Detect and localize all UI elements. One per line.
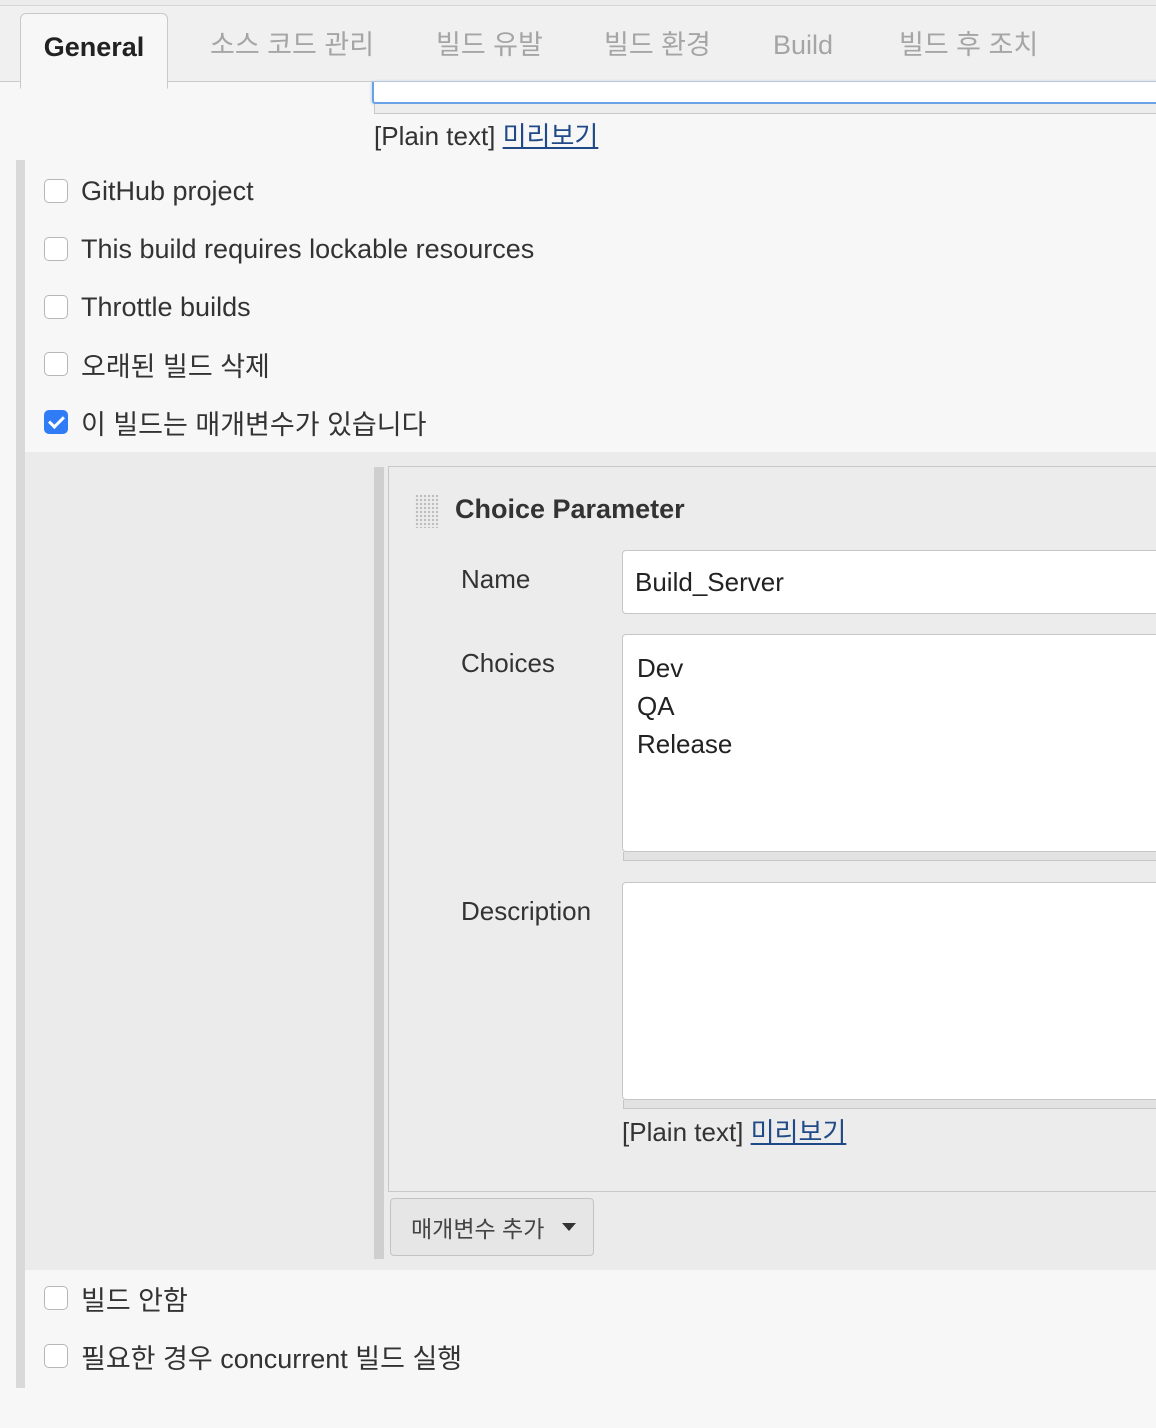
choice-item: QA bbox=[637, 691, 675, 721]
parameter-title: Choice Parameter bbox=[455, 494, 685, 524]
option-disable-build[interactable]: 빌드 안함 bbox=[44, 1278, 188, 1318]
section-indent-bar bbox=[16, 160, 25, 1388]
name-label: Name bbox=[461, 564, 531, 594]
tab-general[interactable]: General bbox=[20, 13, 168, 89]
plain-text-label: [Plain text] bbox=[622, 1117, 744, 1147]
option-label: 빌드 안함 bbox=[81, 1285, 188, 1316]
tab-build-environment[interactable]: 빌드 환경 bbox=[604, 6, 711, 82]
preview-link[interactable]: 미리보기 bbox=[503, 121, 599, 151]
caret-down-icon bbox=[562, 1223, 577, 1231]
description-format-hint: [Plain text] 미리보기 bbox=[374, 116, 598, 153]
option-label: 이 빌드는 매개변수가 있습니다 bbox=[81, 409, 427, 440]
option-label: 오래된 빌드 삭제 bbox=[81, 351, 270, 382]
parameter-name-input[interactable]: Build_Server bbox=[622, 550, 1156, 614]
throttle-builds-checkbox[interactable] bbox=[44, 295, 68, 319]
option-discard-old-builds[interactable]: 오래된 빌드 삭제 bbox=[44, 344, 270, 384]
parameter-description-format-hint: [Plain text] 미리보기 bbox=[622, 1112, 846, 1149]
choices-textarea[interactable]: Dev QA Release bbox=[622, 634, 1156, 852]
choice-item: Dev bbox=[637, 653, 684, 683]
parameters-indent-bar bbox=[374, 467, 384, 1259]
discard-old-builds-checkbox[interactable] bbox=[44, 352, 68, 376]
drag-handle-icon[interactable] bbox=[415, 494, 439, 528]
tab-post-build-actions[interactable]: 빌드 후 조치 bbox=[899, 6, 1038, 82]
concurrent-builds-checkbox[interactable] bbox=[44, 1344, 68, 1368]
textarea-resize-handle[interactable] bbox=[374, 104, 1156, 114]
github-project-checkbox[interactable] bbox=[44, 179, 68, 203]
description-resize-handle[interactable] bbox=[623, 1100, 1156, 1109]
option-parameterized-build[interactable]: 이 빌드는 매개변수가 있습니다 bbox=[44, 402, 426, 442]
option-label: 필요한 경우 concurrent 빌드 실행 bbox=[81, 1343, 463, 1374]
parameter-description-textarea[interactable] bbox=[622, 882, 1156, 1100]
option-label: GitHub project bbox=[81, 175, 254, 206]
add-parameter-button[interactable]: 매개변수 추가 bbox=[390, 1198, 594, 1256]
option-label: Throttle builds bbox=[81, 291, 251, 322]
option-label: This build requires lockable resources bbox=[81, 233, 535, 264]
project-description-textarea[interactable] bbox=[372, 82, 1156, 104]
config-tab-bar: General 소스 코드 관리 빌드 유발 빌드 환경 Build 빌드 후 … bbox=[0, 6, 1156, 89]
tab-build[interactable]: Build bbox=[773, 6, 833, 82]
plain-text-label: [Plain text] bbox=[374, 121, 496, 151]
parameterized-build-checkbox[interactable] bbox=[44, 410, 68, 434]
option-throttle-builds[interactable]: Throttle builds bbox=[44, 287, 251, 327]
lockable-resources-checkbox[interactable] bbox=[44, 237, 68, 261]
choices-label: Choices bbox=[461, 648, 555, 678]
option-github-project[interactable]: GitHub project bbox=[44, 171, 254, 211]
description-label: Description bbox=[461, 896, 592, 926]
disable-build-checkbox[interactable] bbox=[44, 1286, 68, 1310]
add-parameter-label: 매개변수 추가 bbox=[411, 1216, 545, 1242]
option-concurrent-builds[interactable]: 필요한 경우 concurrent 빌드 실행 bbox=[44, 1336, 462, 1376]
choices-resize-handle[interactable] bbox=[623, 852, 1156, 861]
option-lockable-resources[interactable]: This build requires lockable resources bbox=[44, 229, 534, 269]
choice-item: Release bbox=[637, 729, 733, 759]
tab-build-triggers[interactable]: 빌드 유발 bbox=[436, 6, 543, 82]
tab-source-code-management[interactable]: 소스 코드 관리 bbox=[210, 6, 374, 82]
preview-link[interactable]: 미리보기 bbox=[751, 1117, 847, 1147]
